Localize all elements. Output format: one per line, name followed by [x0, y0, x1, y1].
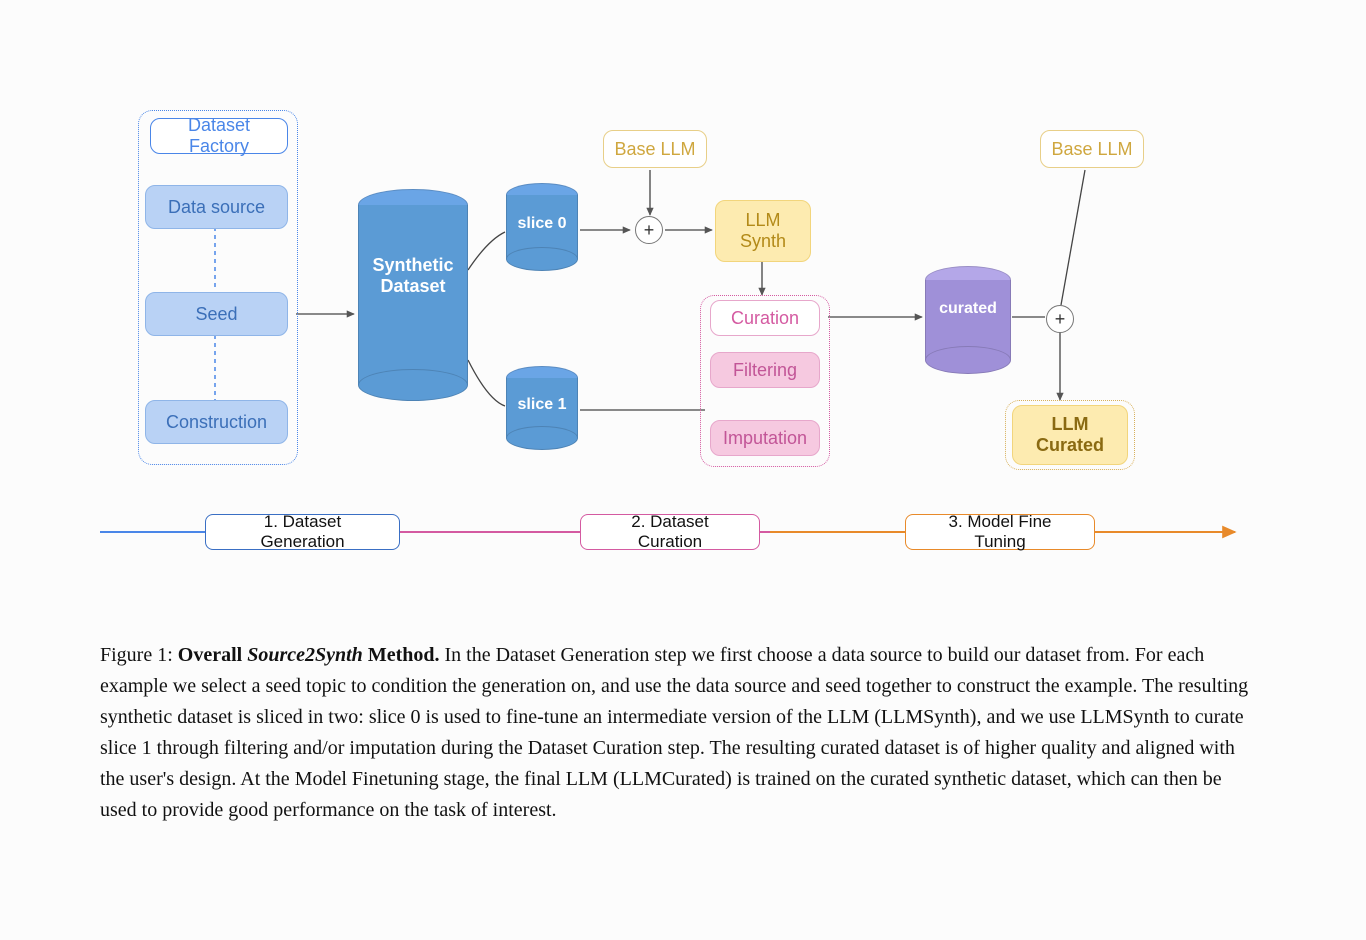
base-llm-1: Base LLM — [603, 130, 707, 168]
timeline-step-2: 2. Dataset Curation — [580, 514, 760, 550]
slice1-cylinder: slice 1 — [506, 378, 578, 438]
dataset-factory-title: Dataset Factory — [150, 118, 288, 154]
data-source-box: Data source — [145, 185, 288, 229]
caption-body: In the Dataset Generation step we first … — [100, 644, 1248, 821]
timeline-step-3: 3. Model Fine Tuning — [905, 514, 1095, 550]
plus-node-2: + — [1046, 305, 1074, 333]
seed-box: Seed — [145, 292, 288, 336]
caption-title-italic: Source2Synth — [247, 644, 363, 666]
figure-label: Figure 1: — [100, 644, 178, 666]
figure-caption: Figure 1: Overall Source2Synth Method. I… — [100, 640, 1256, 826]
caption-title-a: Overall — [178, 644, 247, 666]
plus-node-1: + — [635, 216, 663, 244]
synthetic-dataset-cylinder: Synthetic Dataset — [358, 205, 468, 385]
caption-title-b: Method. — [363, 644, 440, 666]
base-llm-2: Base LLM — [1040, 130, 1144, 168]
llm-synth-box: LLM Synth — [715, 200, 811, 262]
slice0-cylinder: slice 0 — [506, 195, 578, 259]
construction-box: Construction — [145, 400, 288, 444]
filtering-box: Filtering — [710, 352, 820, 388]
curated-cylinder: curated — [925, 280, 1011, 360]
timeline-step-1: 1. Dataset Generation — [205, 514, 400, 550]
curation-box: Curation — [710, 300, 820, 336]
imputation-box: Imputation — [710, 420, 820, 456]
llm-curated-box: LLM Curated — [1012, 405, 1128, 465]
